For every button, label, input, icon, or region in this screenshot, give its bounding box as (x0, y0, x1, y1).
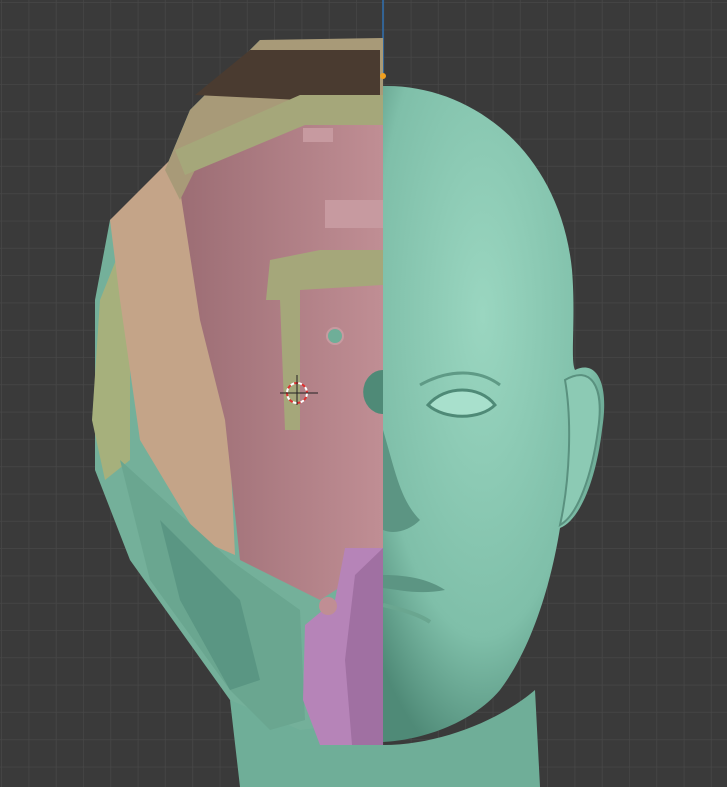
viewport-canvas[interactable] (0, 0, 727, 787)
object-origin-point (380, 73, 386, 79)
3d-viewport[interactable] (0, 0, 727, 787)
